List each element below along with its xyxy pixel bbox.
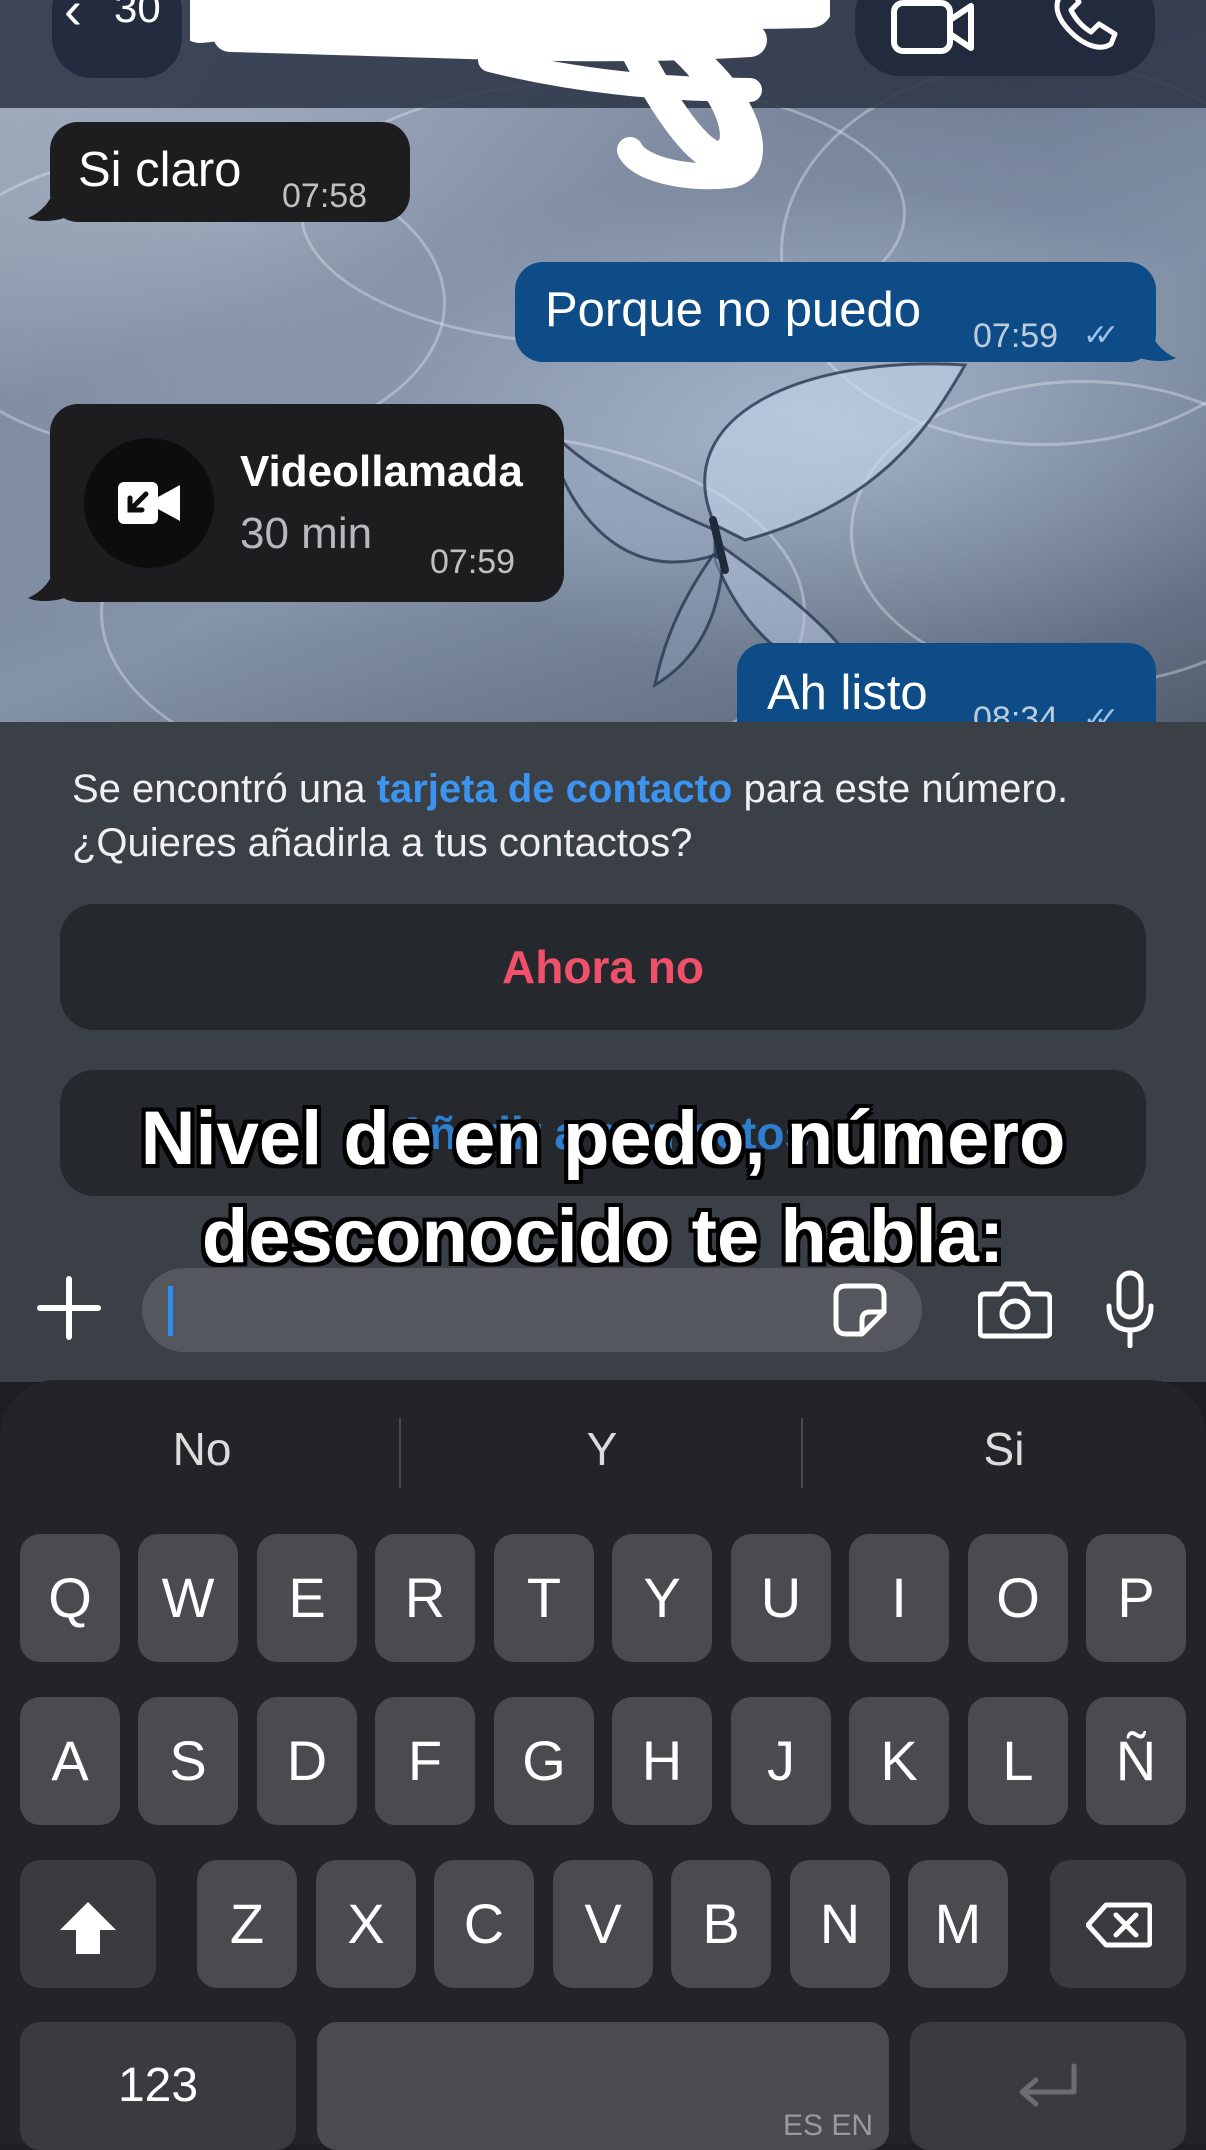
suggestion-divider <box>801 1418 803 1488</box>
camera-icon[interactable] <box>978 1280 1052 1340</box>
video-call-icon[interactable] <box>891 0 975 54</box>
space-key[interactable]: ES EN <box>317 2022 889 2150</box>
bubble-tail <box>28 568 64 601</box>
key-k[interactable]: K <box>849 1697 949 1825</box>
message-time: 07:58 <box>282 177 368 215</box>
key-o[interactable]: O <box>968 1534 1068 1662</box>
phone-icon[interactable] <box>1051 0 1121 54</box>
key-e[interactable]: E <box>257 1534 357 1662</box>
numbers-key[interactable]: 123 <box>20 2022 296 2150</box>
key-n-tilde[interactable]: Ñ <box>1086 1697 1186 1825</box>
key-c[interactable]: C <box>434 1860 534 1988</box>
call-actions <box>855 0 1155 76</box>
message-time: 08:34 <box>973 700 1059 722</box>
key-f[interactable]: F <box>375 1697 475 1825</box>
keyboard: No Y Si Q W E R T Y U I O P A S D F G H … <box>0 1380 1206 2150</box>
message-incoming[interactable]: Si claro 07:58 <box>50 122 410 222</box>
chevron-left-icon: ‹ <box>64 0 82 40</box>
key-y[interactable]: Y <box>612 1534 712 1662</box>
shift-icon <box>60 1902 116 1954</box>
message-text: Ah listo <box>767 666 928 720</box>
bubble-tail <box>1140 328 1176 361</box>
key-t[interactable]: T <box>494 1534 594 1662</box>
contact-card-link[interactable]: tarjeta de contacto <box>377 767 733 811</box>
plus-icon[interactable] <box>36 1275 102 1341</box>
prompt-text-start: Se encontró una <box>72 767 377 811</box>
key-x[interactable]: X <box>316 1860 416 1988</box>
suggestion[interactable]: Y <box>402 1422 802 1476</box>
not-now-button[interactable]: Ahora no <box>60 904 1146 1030</box>
read-ticks-icon: ✓✓ <box>1083 702 1119 722</box>
message-outgoing[interactable]: Ah listo 08:34 ✓✓ <box>737 643 1156 722</box>
key-n[interactable]: N <box>790 1860 890 1988</box>
caption-line: Nivel de en pedo, número <box>140 1096 1066 1181</box>
key-a[interactable]: A <box>20 1697 120 1825</box>
bubble-tail <box>28 188 64 221</box>
return-icon <box>1019 2063 1077 2107</box>
backspace-key[interactable] <box>1050 1860 1186 1988</box>
video-caption: Nivel de en pedo, número desconocido te … <box>0 1090 1206 1286</box>
back-button[interactable]: ‹ 30 <box>52 0 182 78</box>
message-text: Si claro <box>78 143 242 197</box>
message-text: Porque no puedo <box>545 283 921 337</box>
key-b[interactable]: B <box>671 1860 771 1988</box>
prompt-text: Se encontró una tarjeta de contacto para… <box>72 762 1132 870</box>
shift-key[interactable] <box>20 1860 156 1988</box>
missed-video-call-icon <box>84 438 214 568</box>
key-i[interactable]: I <box>849 1534 949 1662</box>
key-q[interactable]: Q <box>20 1534 120 1662</box>
call-log-message[interactable]: Videollamada 30 min 07:59 <box>50 404 564 602</box>
message-time: 07:59 <box>973 317 1059 355</box>
backspace-icon <box>1086 1902 1152 1948</box>
keyboard-languages: ES EN <box>782 2109 873 2142</box>
return-key[interactable] <box>910 2022 1186 2150</box>
sticker-icon[interactable] <box>832 1282 888 1338</box>
key-u[interactable]: U <box>731 1534 831 1662</box>
key-m[interactable]: M <box>908 1860 1008 1988</box>
key-j[interactable]: J <box>731 1697 831 1825</box>
key-z[interactable]: Z <box>197 1860 297 1988</box>
call-title: Videollamada <box>240 447 523 496</box>
key-h[interactable]: H <box>612 1697 712 1825</box>
key-p[interactable]: P <box>1086 1534 1186 1662</box>
key-l[interactable]: L <box>968 1697 1068 1825</box>
unread-count: 30 <box>114 0 161 31</box>
microphone-icon[interactable] <box>1105 1270 1155 1348</box>
key-w[interactable]: W <box>138 1534 238 1662</box>
call-duration: 30 min <box>240 509 373 558</box>
message-outgoing[interactable]: Porque no puedo 07:59 ✓✓ <box>515 262 1156 362</box>
message-input[interactable] <box>142 1268 922 1352</box>
text-caret <box>168 1286 173 1336</box>
key-d[interactable]: D <box>257 1697 357 1825</box>
key-s[interactable]: S <box>138 1697 238 1825</box>
message-time: 07:59 <box>430 543 516 581</box>
suggestion[interactable]: Si <box>804 1422 1204 1476</box>
key-g[interactable]: G <box>494 1697 594 1825</box>
suggestion-divider <box>399 1418 401 1488</box>
read-ticks-icon: ✓✓ <box>1083 319 1119 352</box>
chat-area[interactable]: ‹ 30 Si claro 07:58 Porque no puedo 07:5… <box>0 0 1206 722</box>
key-v[interactable]: V <box>553 1860 653 1988</box>
suggestion[interactable]: No <box>2 1422 402 1476</box>
key-r[interactable]: R <box>375 1534 475 1662</box>
